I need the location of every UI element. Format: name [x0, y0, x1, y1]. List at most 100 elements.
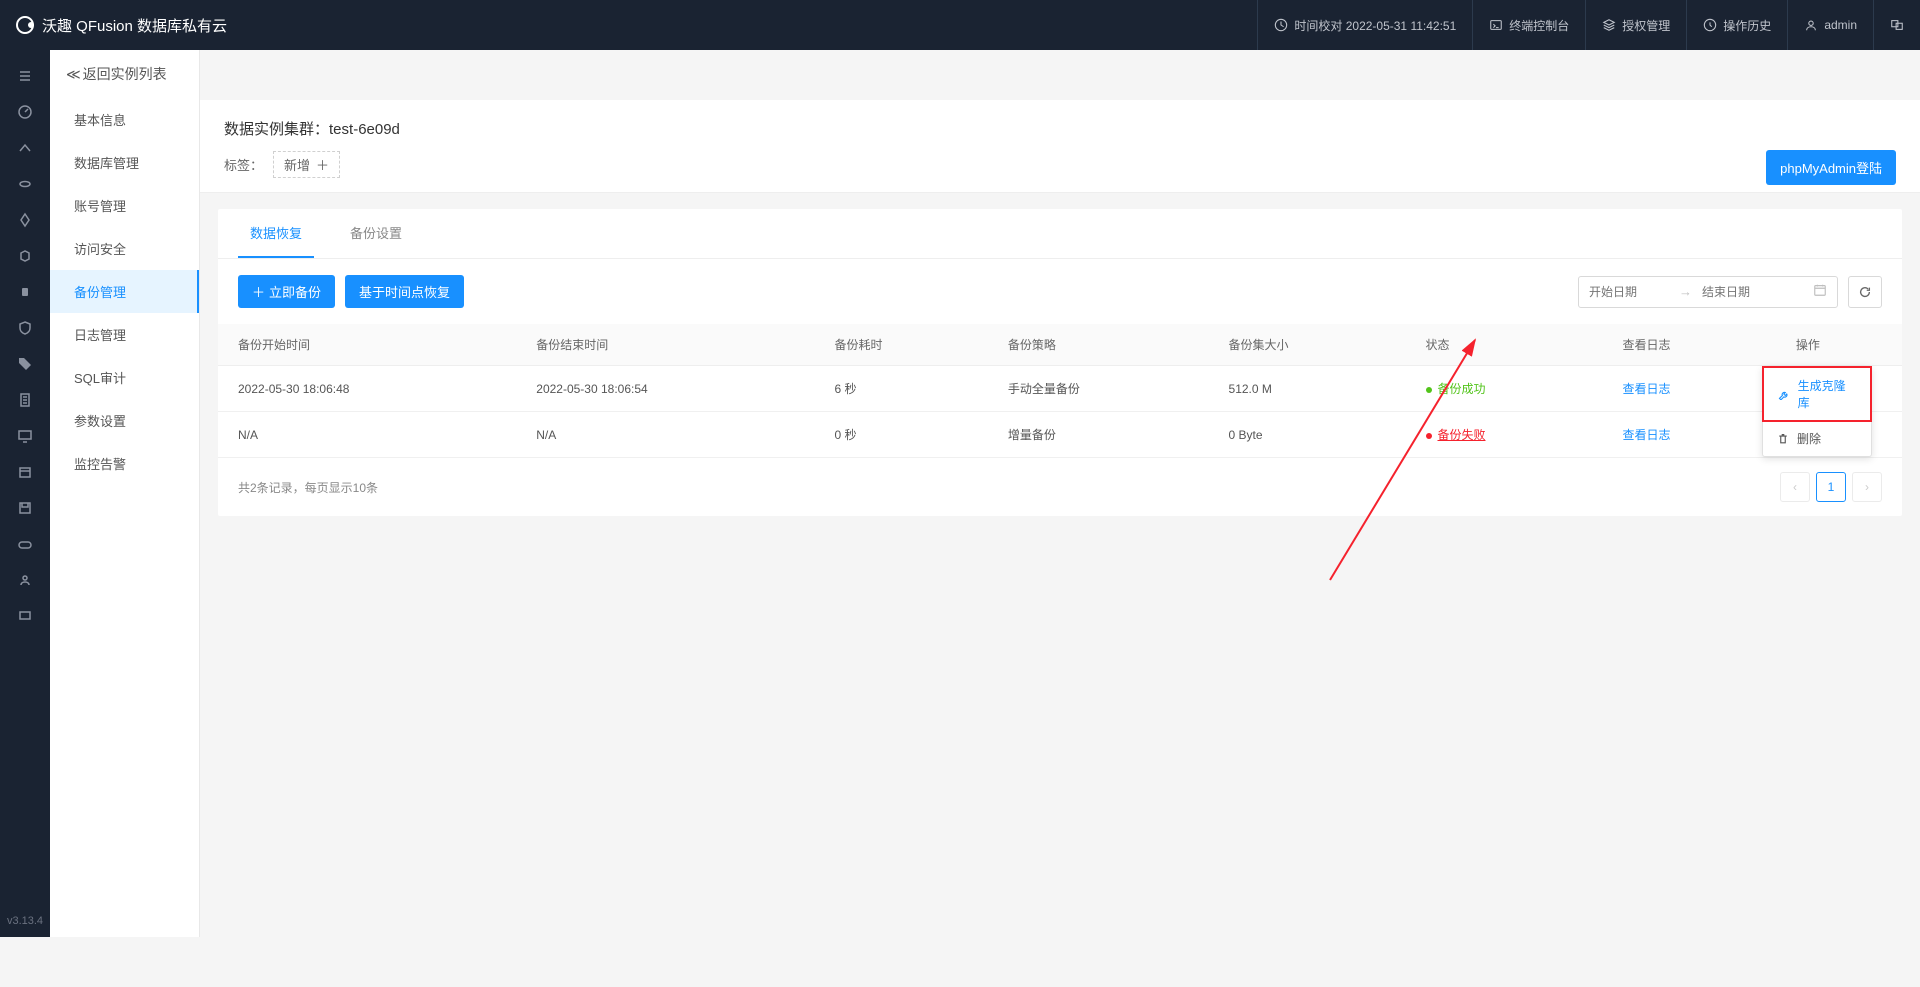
refresh-icon [1858, 285, 1872, 299]
terminal-console[interactable]: 终端控制台 [1472, 0, 1585, 50]
time-sync-label: 时间校对 2022-05-31 11:42:51 [1294, 17, 1456, 34]
cell: 6 秒 [815, 366, 988, 412]
plus-icon: ＋ [316, 155, 329, 174]
time-sync[interactable]: 时间校对 2022-05-31 11:42:51 [1257, 0, 1472, 50]
top-header: 沃趣 QFusion 数据库私有云 时间校对 2022-05-31 11:42:… [0, 0, 1920, 50]
license-mgmt[interactable]: 授权管理 [1585, 0, 1686, 50]
cell: 手动全量备份 [988, 366, 1209, 412]
clone-db-item[interactable]: 生成克隆库 [1762, 366, 1872, 422]
rail-screen-icon[interactable] [0, 598, 50, 634]
view-log-link[interactable]: 查看日志 [1622, 428, 1670, 442]
rail-shield-icon[interactable] [0, 310, 50, 346]
col-header-4: 备份集大小 [1209, 324, 1406, 366]
clock-icon [1274, 18, 1288, 32]
start-date-input[interactable] [1589, 285, 1669, 299]
terminal-icon [1489, 18, 1503, 32]
license-label: 授权管理 [1622, 17, 1670, 34]
status-text[interactable]: 备份失败 [1438, 428, 1486, 442]
add-tag-button[interactable]: 新增＋ [273, 151, 340, 178]
col-header-0: 备份开始时间 [218, 324, 516, 366]
rail-compute-icon[interactable] [0, 130, 50, 166]
end-date-input[interactable] [1702, 285, 1782, 299]
col-header-2: 备份耗时 [815, 324, 988, 366]
cell: N/A [218, 412, 516, 458]
arrow-right-icon: → [1679, 284, 1692, 299]
op-history[interactable]: 操作历史 [1686, 0, 1787, 50]
table-row: N/AN/A0 秒增量备份0 Byte备份失败查看日志••• [218, 412, 1902, 458]
sidemenu-item-1[interactable]: 数据库管理 [50, 141, 199, 184]
pitr-button[interactable]: 基于时间点恢复 [345, 275, 464, 308]
tags-row: 标签： 新增＋ [224, 151, 1896, 178]
user-menu[interactable]: admin [1787, 0, 1873, 50]
rail-cluster-icon[interactable] [0, 202, 50, 238]
sidemenu-item-0[interactable]: 基本信息 [50, 98, 199, 141]
brand: 沃趣 QFusion 数据库私有云 [0, 15, 243, 36]
col-header-6: 查看日志 [1602, 324, 1775, 366]
brand-logo-icon [16, 16, 34, 34]
layers-icon [1602, 18, 1616, 32]
view-log-link[interactable]: 查看日志 [1622, 382, 1670, 396]
delete-item[interactable]: 删除 [1763, 421, 1871, 456]
sidemenu-item-5[interactable]: 日志管理 [50, 313, 199, 356]
page-head: 数据实例集群：test-6e09d 标签： 新增＋ phpMyAdmin登陆 [200, 100, 1920, 193]
rail-monitor-icon[interactable] [0, 418, 50, 454]
backup-now-button[interactable]: ＋立即备份 [238, 275, 335, 308]
prev-page-button[interactable]: ‹ [1780, 472, 1810, 502]
date-range-picker[interactable]: → [1578, 276, 1838, 308]
sidemenu-item-2[interactable]: 账号管理 [50, 184, 199, 227]
rail-storage-icon[interactable] [0, 238, 50, 274]
rail-user-icon[interactable] [0, 562, 50, 598]
translate-icon [1890, 18, 1904, 32]
rail-db-icon[interactable] [0, 274, 50, 310]
cell: N/A [516, 412, 814, 458]
tabs: 数据恢复 备份设置 [218, 209, 1902, 259]
user-icon [1804, 18, 1818, 32]
page-1-button[interactable]: 1 [1816, 472, 1846, 502]
col-header-3: 备份策略 [988, 324, 1209, 366]
plus-icon: ＋ [252, 282, 265, 301]
language-switch[interactable] [1873, 0, 1920, 50]
back-link[interactable]: ≪返回实例列表 [50, 50, 199, 98]
terminal-label: 终端控制台 [1509, 17, 1569, 34]
tab-data-recovery[interactable]: 数据恢复 [238, 209, 314, 258]
status-dot-icon [1426, 387, 1432, 393]
tab-backup-settings[interactable]: 备份设置 [338, 209, 414, 258]
sidemenu-item-4[interactable]: 备份管理 [50, 270, 199, 313]
rail-menu-icon[interactable] [0, 58, 50, 94]
status-text: 备份成功 [1438, 382, 1486, 396]
rail-archive-icon[interactable] [0, 454, 50, 490]
refresh-button[interactable] [1848, 276, 1882, 308]
cell: 512.0 M [1209, 366, 1406, 412]
calendar-icon [1813, 283, 1827, 300]
col-header-7: 操作 [1776, 324, 1902, 366]
trash-icon [1777, 433, 1789, 445]
status-cell: 备份失败 [1406, 412, 1603, 458]
tags-label: 标签： [224, 155, 263, 174]
sidemenu-item-3[interactable]: 访问安全 [50, 227, 199, 270]
icon-rail: v3.13.4 [0, 50, 50, 937]
rail-save-icon[interactable] [0, 490, 50, 526]
rail-game-icon[interactable] [0, 526, 50, 562]
table-footer: 共2条记录，每页显示10条 ‹ 1 › [218, 458, 1902, 516]
sidemenu-item-7[interactable]: 参数设置 [50, 399, 199, 442]
sidemenu-item-6[interactable]: SQL审计 [50, 356, 199, 399]
side-menu: ≪返回实例列表 基本信息数据库管理账号管理访问安全备份管理日志管理SQL审计参数… [50, 50, 200, 937]
cell: 2022-05-30 18:06:48 [218, 366, 516, 412]
rail-dashboard-icon[interactable] [0, 94, 50, 130]
rail-doc-icon[interactable] [0, 382, 50, 418]
backup-card: 数据恢复 备份设置 ＋立即备份 基于时间点恢复 → [218, 209, 1902, 516]
next-page-button[interactable]: › [1852, 472, 1882, 502]
record-count: 共2条记录，每页显示10条 [238, 479, 378, 496]
history-icon [1703, 18, 1717, 32]
rail-link-icon[interactable] [0, 166, 50, 202]
version-label: v3.13.4 [7, 905, 43, 937]
col-header-1: 备份结束时间 [516, 324, 814, 366]
cell: 2022-05-30 18:06:54 [516, 366, 814, 412]
sidemenu-item-8[interactable]: 监控告警 [50, 442, 199, 485]
page-title: 数据实例集群：test-6e09d [224, 118, 1896, 139]
rail-tag-icon[interactable] [0, 346, 50, 382]
phpmyadmin-login-button[interactable]: phpMyAdmin登陆 [1766, 150, 1896, 185]
user-label: admin [1824, 18, 1857, 32]
table-row: 2022-05-30 18:06:482022-05-30 18:06:546 … [218, 366, 1902, 412]
wrench-icon [1778, 388, 1790, 400]
